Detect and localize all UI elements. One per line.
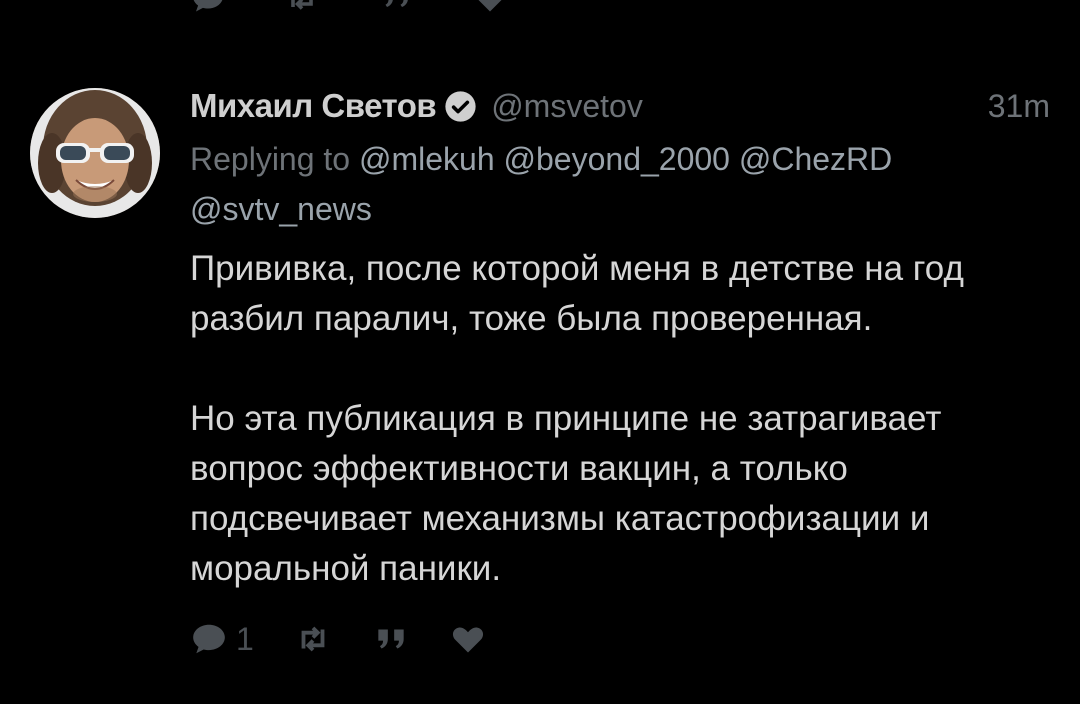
tweet[interactable]: Михаил Светов @msvetov 31m Replying to @… <box>0 78 1080 678</box>
tweet-paragraph: Прививка, после которой меня в детстве н… <box>190 249 964 338</box>
avatar[interactable] <box>30 88 160 218</box>
like-button[interactable] <box>450 621 486 657</box>
retweet-icon <box>294 620 332 658</box>
reply-count: 1 <box>236 620 254 657</box>
mention-link[interactable]: @svtv_news <box>190 191 372 227</box>
tweet-header: Михаил Светов @msvetov 31m <box>190 82 1050 130</box>
tweet-text: Прививка, после которой меня в детстве н… <box>190 244 1050 594</box>
reply-icon <box>190 620 228 658</box>
retweet-button[interactable] <box>294 620 332 658</box>
quote-button[interactable] <box>372 620 410 658</box>
mention-link[interactable]: @ChezRD <box>739 141 892 177</box>
mention-link[interactable]: @mlekuh <box>359 141 495 177</box>
display-name[interactable]: Михаил Светов <box>190 87 437 125</box>
tweet-actions: 1 <box>190 616 526 662</box>
tweet-paragraph: Но эта публикация в принципе не затрагив… <box>190 399 942 588</box>
replying-to-line: Replying to @mlekuh @beyond_2000 @ChezRD… <box>190 134 1030 234</box>
verified-badge-icon <box>444 90 477 123</box>
previous-tweet-actions <box>190 0 508 18</box>
heart-icon[interactable] <box>472 0 508 16</box>
user-handle[interactable]: @msvetov <box>491 88 643 125</box>
replying-to-label: Replying to <box>190 141 351 177</box>
timestamp: 31m <box>987 87 1050 124</box>
mention-link[interactable]: @beyond_2000 <box>504 141 730 177</box>
quote-icon <box>372 620 410 658</box>
reply-icon[interactable] <box>190 0 226 16</box>
retweet-icon[interactable] <box>284 0 320 16</box>
heart-icon <box>450 621 486 657</box>
quote-icon[interactable] <box>378 0 414 16</box>
reply-button[interactable]: 1 <box>190 620 254 658</box>
